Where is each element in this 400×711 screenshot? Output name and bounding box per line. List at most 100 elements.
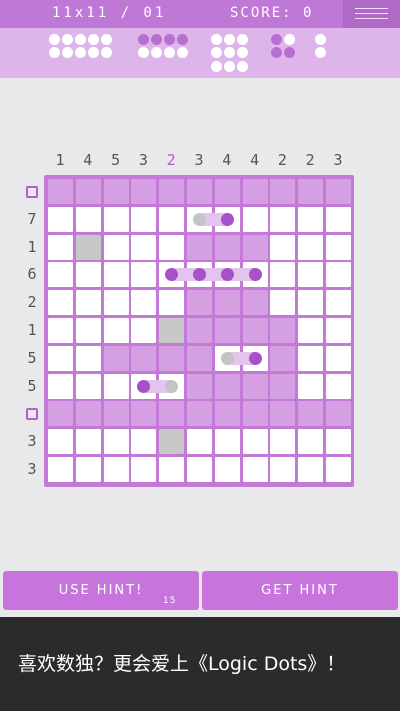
grid-cell[interactable] bbox=[270, 262, 296, 288]
grid-cell[interactable] bbox=[103, 179, 129, 204]
grid-cell[interactable] bbox=[131, 234, 157, 260]
grid-cell[interactable] bbox=[298, 429, 324, 455]
grid-cell[interactable] bbox=[242, 206, 268, 232]
grid-cell[interactable] bbox=[131, 429, 157, 455]
grid-cell[interactable] bbox=[159, 179, 185, 204]
grid-cell[interactable] bbox=[214, 234, 240, 260]
grid-cell[interactable] bbox=[75, 345, 101, 371]
grid-cell[interactable] bbox=[242, 457, 268, 482]
grid-cell[interactable] bbox=[298, 179, 324, 204]
grid-cell[interactable] bbox=[214, 373, 240, 399]
grid-cell[interactable] bbox=[187, 401, 212, 427]
grid-cell[interactable] bbox=[326, 345, 351, 371]
grid-cell[interactable] bbox=[48, 318, 73, 343]
grid-cell[interactable] bbox=[242, 290, 268, 316]
grid-cell[interactable] bbox=[270, 179, 296, 204]
grid-cell[interactable] bbox=[103, 234, 129, 260]
grid-cell[interactable] bbox=[103, 373, 129, 399]
grid-cell[interactable] bbox=[131, 290, 157, 316]
grid-cell[interactable] bbox=[159, 290, 185, 316]
grid-cell[interactable] bbox=[242, 234, 268, 260]
grid-cell[interactable] bbox=[159, 234, 185, 260]
grid-cell[interactable] bbox=[103, 429, 129, 455]
grid-cell[interactable] bbox=[103, 345, 129, 371]
grid-cell[interactable] bbox=[298, 318, 324, 343]
grid-cell[interactable] bbox=[159, 457, 185, 482]
grid-cell[interactable] bbox=[131, 345, 157, 371]
grid-cell[interactable] bbox=[242, 318, 268, 343]
grid-cell[interactable] bbox=[326, 179, 351, 204]
grid-cell[interactable] bbox=[298, 262, 324, 288]
grid-cell[interactable] bbox=[75, 318, 101, 343]
grid-cell[interactable] bbox=[270, 345, 296, 371]
grid-cell[interactable] bbox=[214, 401, 240, 427]
grid-cell[interactable] bbox=[298, 234, 324, 260]
grid-cell[interactable] bbox=[75, 262, 101, 288]
grid-cell[interactable] bbox=[48, 373, 73, 399]
grid-cell[interactable] bbox=[159, 345, 185, 371]
grid-cell[interactable] bbox=[326, 206, 351, 232]
grid-cell[interactable] bbox=[326, 262, 351, 288]
grid-cell[interactable] bbox=[48, 234, 73, 260]
grid-cell[interactable] bbox=[131, 457, 157, 482]
grid-cell[interactable] bbox=[270, 234, 296, 260]
grid-cell[interactable] bbox=[75, 373, 101, 399]
grid-cell[interactable] bbox=[214, 290, 240, 316]
grid-cell[interactable] bbox=[326, 429, 351, 455]
grid-cell[interactable] bbox=[159, 429, 185, 455]
grid-cell[interactable] bbox=[187, 318, 212, 343]
grid-cell[interactable] bbox=[187, 179, 212, 204]
grid-cell[interactable] bbox=[187, 290, 212, 316]
grid-cell[interactable] bbox=[326, 318, 351, 343]
grid-cell[interactable] bbox=[48, 290, 73, 316]
grid-cell[interactable] bbox=[214, 457, 240, 482]
grid-cell[interactable] bbox=[187, 345, 212, 371]
grid-cell[interactable] bbox=[103, 262, 129, 288]
grid-cell[interactable] bbox=[75, 206, 101, 232]
grid-cell[interactable] bbox=[298, 457, 324, 482]
grid-cell[interactable] bbox=[103, 206, 129, 232]
grid-cell[interactable] bbox=[242, 179, 268, 204]
grid-cell[interactable] bbox=[48, 457, 73, 482]
grid-cell[interactable] bbox=[270, 373, 296, 399]
grid-cell[interactable] bbox=[75, 429, 101, 455]
grid-cell[interactable] bbox=[326, 373, 351, 399]
grid-cell[interactable] bbox=[187, 373, 212, 399]
grid-cell[interactable] bbox=[103, 457, 129, 482]
grid-cell[interactable] bbox=[242, 429, 268, 455]
grid-cell[interactable] bbox=[242, 401, 268, 427]
grid-cell[interactable] bbox=[326, 401, 351, 427]
grid-cell[interactable] bbox=[159, 206, 185, 232]
grid-cell[interactable] bbox=[75, 234, 101, 260]
grid-cell[interactable] bbox=[103, 318, 129, 343]
grid-cell[interactable] bbox=[159, 401, 185, 427]
grid-cell[interactable] bbox=[75, 457, 101, 482]
grid-cell[interactable] bbox=[131, 206, 157, 232]
grid-cell[interactable] bbox=[270, 457, 296, 482]
grid-cell[interactable] bbox=[298, 345, 324, 371]
grid-cell[interactable] bbox=[298, 401, 324, 427]
grid-cell[interactable] bbox=[75, 290, 101, 316]
grid-cell[interactable] bbox=[326, 457, 351, 482]
get-hint-button[interactable]: GET HINT bbox=[202, 571, 398, 610]
grid-cell[interactable] bbox=[270, 206, 296, 232]
grid-cell[interactable] bbox=[326, 234, 351, 260]
menu-button[interactable] bbox=[343, 0, 400, 28]
grid-cell[interactable] bbox=[298, 373, 324, 399]
grid-cell[interactable] bbox=[270, 318, 296, 343]
grid-cell[interactable] bbox=[48, 179, 73, 204]
grid-cell[interactable] bbox=[48, 345, 73, 371]
grid-cell[interactable] bbox=[131, 401, 157, 427]
grid-cell[interactable] bbox=[326, 290, 351, 316]
grid-cell[interactable] bbox=[103, 401, 129, 427]
grid-cell[interactable] bbox=[298, 290, 324, 316]
grid-cell[interactable] bbox=[187, 429, 212, 455]
grid-cell[interactable] bbox=[298, 206, 324, 232]
grid-cell[interactable] bbox=[103, 290, 129, 316]
grid-cell[interactable] bbox=[270, 401, 296, 427]
grid-cell[interactable] bbox=[75, 401, 101, 427]
grid-cell[interactable] bbox=[159, 318, 185, 343]
grid-cell[interactable] bbox=[270, 429, 296, 455]
grid-cell[interactable] bbox=[131, 262, 157, 288]
grid-cell[interactable] bbox=[75, 179, 101, 204]
